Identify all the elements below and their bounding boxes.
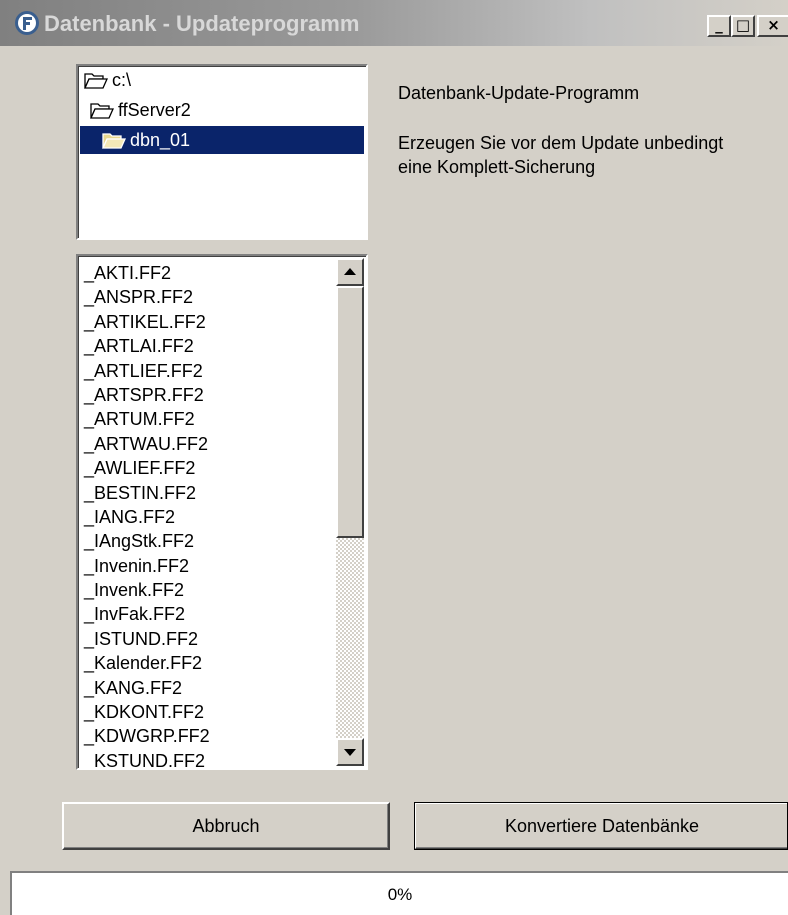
- progress-bar: 0%: [10, 871, 788, 915]
- tree-node-server[interactable]: ffServer2: [90, 96, 191, 124]
- scrollbar-thumb[interactable]: [336, 286, 364, 538]
- title-bar[interactable]: Datenbank - Updateprogramm _ □ ×: [0, 0, 788, 46]
- tree-node-database[interactable]: dbn_01: [80, 126, 364, 154]
- tree-node-label: dbn_01: [130, 129, 191, 150]
- list-item[interactable]: _ANSPR.FF2: [84, 285, 210, 309]
- cancel-button[interactable]: Abbruch: [62, 802, 390, 850]
- list-item[interactable]: _KSTUND.FF2: [84, 749, 210, 768]
- scroll-up-button[interactable]: [336, 258, 364, 286]
- list-item[interactable]: _ARTIKEL.FF2: [84, 310, 210, 334]
- backup-warning: Erzeugen Sie vor dem Update unbedingt ei…: [398, 133, 724, 177]
- list-item[interactable]: _ISTUND.FF2: [84, 627, 210, 651]
- list-item[interactable]: _KDKONT.FF2: [84, 700, 210, 724]
- maximize-button[interactable]: □: [731, 15, 755, 37]
- arrow-down-icon: [344, 749, 356, 756]
- list-item[interactable]: _ARTWAU.FF2: [84, 432, 210, 456]
- progress-label: 0%: [387, 885, 413, 904]
- list-item[interactable]: _KDWGRP.FF2: [84, 724, 210, 748]
- folder-open-icon: [102, 133, 126, 149]
- window-title: Datenbank - Updateprogramm: [44, 11, 360, 36]
- minimize-button[interactable]: _: [707, 15, 731, 37]
- vertical-scrollbar[interactable]: [336, 258, 364, 766]
- list-item[interactable]: _Invenk.FF2: [84, 578, 210, 602]
- list-item[interactable]: _ARTLAI.FF2: [84, 334, 210, 358]
- folder-open-icon: [84, 73, 108, 89]
- list-item[interactable]: _IAngStk.FF2: [84, 529, 210, 553]
- folder-open-icon: [90, 103, 114, 119]
- list-item[interactable]: _AKTI.FF2: [84, 261, 210, 285]
- list-item[interactable]: _AWLIEF.FF2: [84, 456, 210, 480]
- list-item[interactable]: _ARTLIEF.FF2: [84, 359, 210, 383]
- updater-window: Datenbank - Updateprogramm _ □ × c:\ ffS…: [0, 0, 788, 915]
- close-button[interactable]: ×: [757, 15, 788, 37]
- list-item[interactable]: _InvFak.FF2: [84, 602, 210, 626]
- list-item[interactable]: _KANG.FF2: [84, 676, 210, 700]
- program-title: Datenbank-Update-Programm: [398, 83, 640, 103]
- list-item[interactable]: _ARTSPR.FF2: [84, 383, 210, 407]
- app-icon: [15, 11, 39, 35]
- directory-tree[interactable]: c:\ ffServer2 dbn_01: [76, 64, 368, 240]
- arrow-up-icon: [344, 268, 356, 275]
- file-list: _AKTI.FF2 _ANSPR.FF2 _ARTIKEL.FF2 _ARTLA…: [84, 261, 210, 768]
- file-list-box[interactable]: _AKTI.FF2 _ANSPR.FF2 _ARTIKEL.FF2 _ARTLA…: [76, 254, 368, 770]
- tree-node-root[interactable]: c:\: [84, 66, 131, 94]
- list-item[interactable]: _ARTUM.FF2: [84, 407, 210, 431]
- list-item[interactable]: _Invenin.FF2: [84, 554, 210, 578]
- tree-node-label: ffServer2: [118, 99, 191, 120]
- tree-node-label: c:\: [112, 69, 132, 90]
- list-item[interactable]: _Kalender.FF2: [84, 651, 210, 675]
- list-item[interactable]: _BESTIN.FF2: [84, 481, 210, 505]
- list-item[interactable]: _IANG.FF2: [84, 505, 210, 529]
- scroll-down-button[interactable]: [336, 738, 364, 766]
- convert-databases-button[interactable]: Konvertiere Datenbänke: [414, 802, 788, 850]
